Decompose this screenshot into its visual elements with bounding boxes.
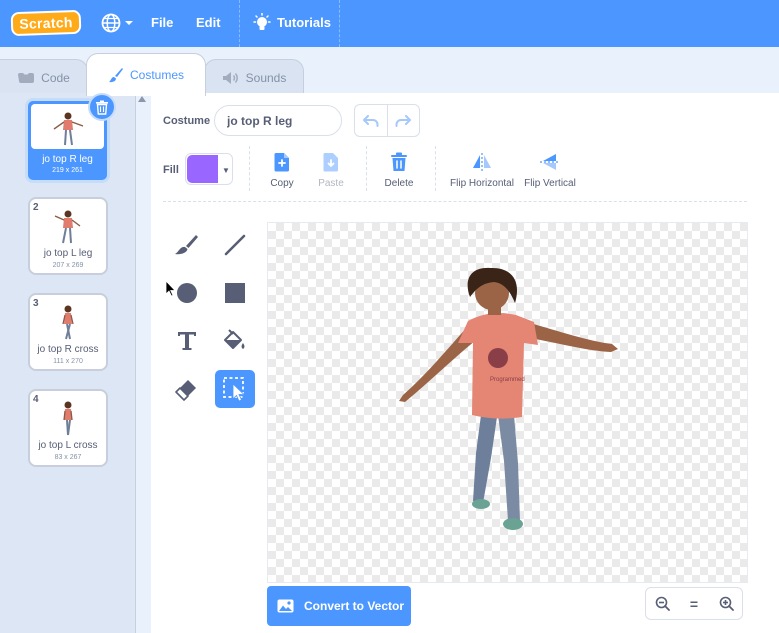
tab-code[interactable]: Code (0, 59, 88, 95)
menu-bar: Scratch File Edit Tutorials (0, 0, 779, 47)
zoom-in-icon (719, 596, 734, 611)
svg-text:Programmed: Programmed (490, 377, 525, 383)
copy-label: Copy (270, 178, 294, 189)
tab-label: Costumes (129, 68, 185, 82)
costume-name: jo top R leg (42, 154, 93, 165)
flip-horizontal-label: Flip Horizontal (450, 178, 514, 189)
rectangle-icon (225, 283, 245, 303)
zoom-reset-button[interactable]: = (678, 588, 710, 619)
copy-button[interactable]: Copy (268, 152, 296, 189)
scroll-up-arrow[interactable] (138, 96, 146, 102)
flip-vertical-icon (540, 154, 560, 170)
redo-icon (395, 114, 412, 127)
costume-size: 207 x 269 (52, 262, 84, 269)
eraser-icon (175, 380, 196, 401)
tab-label: Code (41, 70, 70, 85)
undo-redo-group (354, 104, 420, 137)
paint-bucket-icon (224, 329, 245, 349)
line-icon (224, 234, 246, 256)
costume-name: jo top L cross (38, 440, 98, 451)
tab-costumes[interactable]: Costumes (86, 53, 206, 96)
file-menu[interactable]: File (151, 15, 173, 30)
flip-vertical-button[interactable]: Flip Vertical (522, 152, 578, 189)
zoom-in-button[interactable] (710, 588, 742, 619)
tab-sounds[interactable]: Sounds (204, 59, 304, 95)
costume-size: 83 x 267 (54, 454, 82, 461)
eraser-tool[interactable] (167, 370, 207, 408)
trash-icon (391, 152, 407, 171)
costume-item-2[interactable]: 2 jo top L leg 207 x 269 (28, 197, 108, 275)
flip-horizontal-button[interactable]: Flip Horizontal (448, 152, 516, 189)
lightbulb-icon[interactable] (252, 13, 272, 33)
costume-name: jo top R cross (37, 344, 99, 355)
text-tool[interactable] (167, 322, 207, 360)
costume-label: Costume (163, 115, 211, 127)
image-icon (277, 599, 294, 613)
costume-size: 111 x 270 (53, 358, 83, 365)
scratch-logo[interactable]: Scratch (10, 9, 82, 37)
fill-color-swatch (187, 155, 218, 183)
costume-item-4[interactable]: 4 jo top L cross 83 x 267 (28, 389, 108, 467)
zoom-out-button[interactable] (646, 588, 678, 619)
tab-label: Sounds (245, 70, 287, 85)
rectangle-tool[interactable] (215, 274, 255, 312)
flip-vertical-label: Flip Vertical (524, 178, 576, 189)
speaker-icon (222, 71, 238, 84)
toolbar-divider (163, 201, 747, 202)
costume-thumbnail (54, 210, 81, 244)
edit-menu[interactable]: Edit (196, 15, 221, 30)
tutorials-menu[interactable]: Tutorials (277, 15, 331, 30)
text-icon (178, 332, 196, 350)
costume-thumbnail (63, 401, 73, 436)
toolbar-divider (435, 146, 436, 191)
paste-label: Paste (318, 178, 344, 189)
language-globe-icon[interactable] (101, 13, 135, 33)
circle-icon (177, 283, 197, 303)
costume-name: jo top L leg (43, 248, 93, 259)
redo-button[interactable] (386, 105, 420, 136)
convert-label: Convert to Vector (304, 599, 405, 613)
code-icon (18, 72, 35, 83)
select-tool[interactable] (215, 370, 255, 408)
select-icon (223, 377, 245, 402)
costume-number: 3 (33, 298, 39, 309)
costume-size: 219 x 261 (52, 167, 83, 174)
toolbar-divider (249, 146, 250, 191)
menu-divider (339, 0, 340, 47)
paste-button[interactable]: Paste (315, 152, 347, 189)
brush-tool[interactable] (167, 226, 207, 264)
undo-button[interactable] (355, 105, 387, 136)
drawing-canvas[interactable]: Programmed (267, 222, 748, 583)
brush-icon (108, 68, 123, 83)
paste-icon (323, 153, 338, 172)
delete-costume-button[interactable] (88, 93, 116, 121)
chevron-down-icon: ▼ (222, 166, 230, 175)
delete-label: Delete (384, 178, 414, 189)
fill-color-picker[interactable]: ▼ (185, 153, 233, 185)
costume-number: 2 (33, 202, 39, 213)
costume-number: 4 (33, 394, 39, 405)
costume-name-input[interactable] (214, 105, 342, 136)
zoom-controls: = (645, 587, 743, 620)
trash-icon (96, 100, 108, 115)
mouse-cursor-icon (165, 280, 176, 297)
zoom-out-icon (655, 596, 670, 611)
undo-icon (362, 114, 379, 127)
costume-number: 1 (31, 104, 37, 115)
delete-button[interactable]: Delete (382, 152, 416, 189)
zoom-reset-label: = (689, 595, 699, 612)
fill-label: Fill (163, 164, 179, 176)
menu-divider (239, 0, 240, 47)
flip-horizontal-icon (473, 153, 491, 171)
costume-image: Programmed (399, 267, 618, 530)
toolbar-divider (366, 146, 367, 191)
copy-icon (274, 153, 289, 172)
convert-to-vector-button[interactable]: Convert to Vector (267, 586, 411, 626)
fill-tool[interactable] (215, 322, 255, 360)
costume-thumbnail (53, 112, 83, 146)
brush-icon (175, 235, 198, 255)
line-tool[interactable] (215, 226, 255, 264)
costume-item-3[interactable]: 3 jo top R cross 111 x 270 (28, 293, 108, 371)
costume-thumbnail (62, 305, 74, 340)
